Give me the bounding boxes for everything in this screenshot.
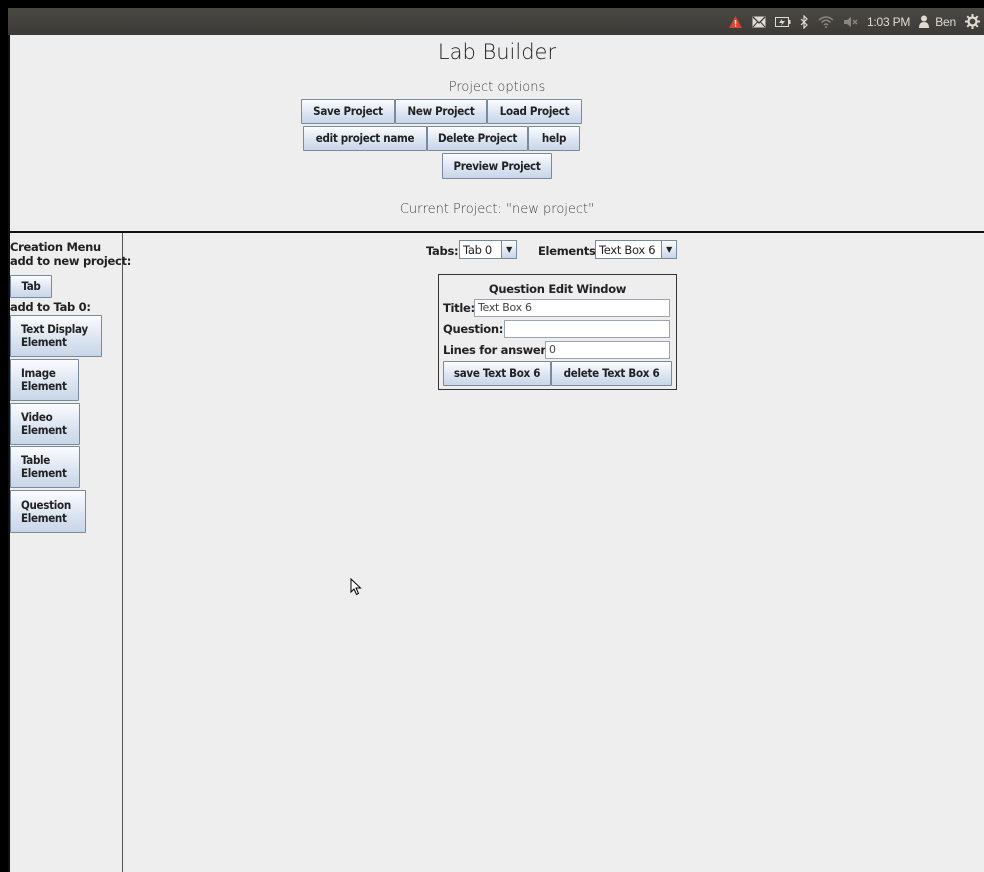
add-video-element-button[interactable]: Video Element (10, 403, 80, 445)
save-question-button[interactable]: save Text Box 6 (443, 361, 551, 386)
add-to-new-project-label: add to new project: (10, 254, 132, 268)
title-label: Title: (443, 301, 475, 315)
lines-for-answer-label: Lines for answer: (443, 343, 551, 357)
mouse-pointer-icon (350, 577, 362, 600)
battery-icon[interactable] (774, 14, 791, 30)
clock[interactable]: 1:03 PM (867, 15, 910, 29)
tabs-label: Tabs: (426, 244, 459, 258)
question-label: Question: (443, 322, 504, 336)
project-options-label: Project options (448, 80, 546, 95)
wifi-icon[interactable] (818, 14, 834, 30)
mail-icon[interactable] (752, 14, 766, 30)
editor-area: Tabs: Tab 0 ▼ Elements: Text Box 6 ▼ Que… (123, 233, 984, 872)
add-text-display-element-button[interactable]: Text Display Element (10, 315, 102, 357)
warning-icon[interactable] (728, 14, 743, 30)
add-tab-button[interactable]: Tab (10, 275, 52, 298)
lines-for-answer-field[interactable]: 0 (545, 341, 670, 359)
tabs-select-value: Tab 0 (463, 242, 492, 257)
add-question-element-button[interactable]: Question Element (10, 490, 86, 533)
load-project-button[interactable]: Load Project (487, 99, 582, 124)
app-title: Lab Builder (437, 40, 557, 64)
button-line: Element (21, 379, 67, 393)
chevron-down-icon[interactable]: ▼ (661, 241, 676, 258)
button-line: Element (21, 466, 67, 480)
add-to-tab-label: add to Tab 0: (10, 300, 91, 314)
system-tray: 1:03 PM Ben (728, 8, 980, 35)
user-icon[interactable]: Ben (919, 14, 956, 30)
edit-project-name-button[interactable]: edit project name (303, 126, 427, 151)
elements-select[interactable]: Text Box 6 ▼ (595, 240, 677, 259)
elements-select-value: Text Box 6 (599, 242, 656, 257)
add-table-element-button[interactable]: Table Element (10, 446, 80, 488)
preview-project-button[interactable]: Preview Project (442, 153, 552, 179)
question-field[interactable] (504, 320, 670, 338)
add-image-element-button[interactable]: Image Element (10, 359, 79, 401)
project-options-panel: Lab Builder Project options Save Project… (8, 35, 984, 233)
chevron-down-icon[interactable]: ▼ (501, 241, 516, 258)
creation-menu: Creation Menu add to new project: Tab ad… (8, 233, 131, 872)
new-project-button[interactable]: New Project (395, 99, 487, 124)
lab-builder-window: Lab Builder Project options Save Project… (8, 35, 984, 872)
delete-question-button[interactable]: delete Text Box 6 (551, 361, 672, 386)
save-project-button[interactable]: Save Project (301, 99, 395, 124)
system-top-bar: 1:03 PM Ben (8, 8, 984, 35)
title-field[interactable]: Text Box 6 (474, 299, 670, 317)
elements-label: Elements: (538, 244, 600, 258)
question-edit-window-title: Question Edit Window (488, 282, 627, 296)
button-line: Element (21, 423, 67, 437)
question-edit-window: Question Edit Window Title: Text Box 6 Q… (438, 274, 677, 390)
creation-menu-title: Creation Menu (10, 240, 101, 254)
tabs-select[interactable]: Tab 0 ▼ (459, 240, 517, 259)
help-button[interactable]: help (528, 126, 580, 151)
current-project-label: Current Project: "new project" (399, 202, 595, 217)
power-gear-icon[interactable] (965, 14, 980, 30)
bluetooth-icon[interactable] (800, 14, 809, 30)
button-line: Element (21, 510, 67, 525)
delete-project-button[interactable]: Delete Project (427, 126, 528, 151)
button-line: Question (21, 497, 71, 512)
volume-muted-icon[interactable] (843, 14, 858, 30)
user-name: Ben (935, 14, 956, 29)
button-line: Element (21, 335, 67, 349)
